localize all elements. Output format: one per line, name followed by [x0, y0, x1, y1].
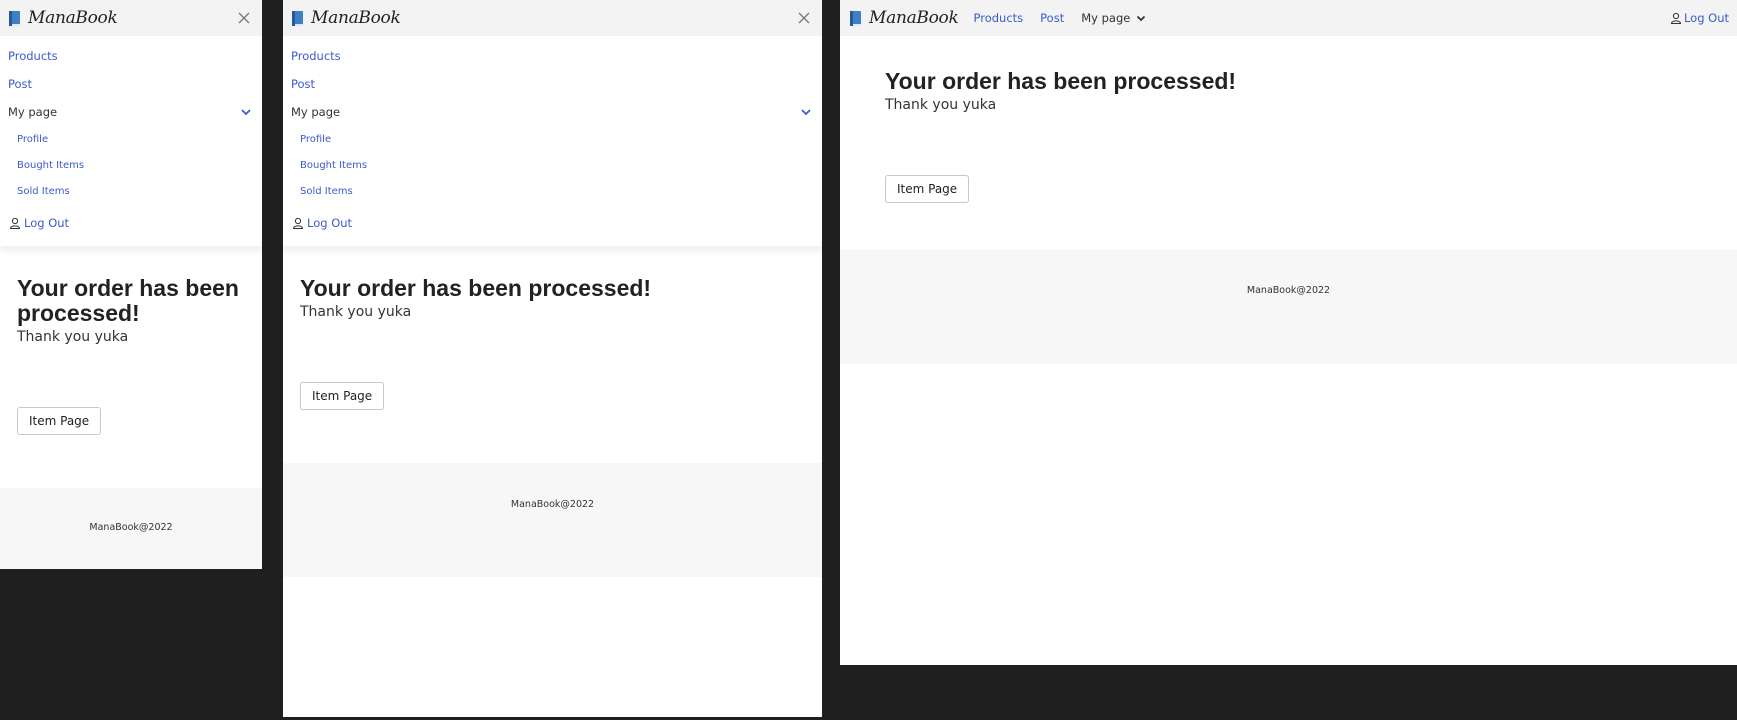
footer-copyright: ManaBook@2022 [1246, 285, 1331, 296]
brand-link[interactable]: ManaBook [291, 8, 401, 28]
footer: ManaBook@2022 [283, 463, 822, 577]
chevron-down-icon[interactable] [240, 106, 252, 118]
thank-you-message: Thank you yuka [885, 97, 997, 113]
user-icon [292, 217, 304, 229]
footer: ManaBook@2022 [0, 488, 262, 569]
navbar: ManaBook [283, 0, 822, 36]
footer: ManaBook@2022 [840, 250, 1737, 364]
close-icon[interactable] [796, 10, 812, 26]
book-icon [8, 10, 22, 27]
chevron-down-icon[interactable] [800, 106, 812, 118]
user-icon [9, 217, 21, 229]
menu-item-my-page-label: My page [291, 105, 341, 119]
mobile-viewport-wide: ManaBook Products Post My page Profile B… [283, 0, 822, 717]
logout-label: Log Out [24, 216, 70, 230]
brand-name: ManaBook [28, 8, 118, 28]
nav-post[interactable]: Post [1040, 11, 1064, 25]
main-content: Your order has been processed! Thank you… [0, 246, 262, 435]
brand-name: ManaBook [311, 8, 401, 28]
menu-item-products[interactable]: Products [283, 42, 822, 70]
menu-item-my-page-label: My page [8, 105, 58, 119]
chevron-down-icon [1135, 12, 1147, 24]
desktop-viewport: ManaBook Products Post My page Log Out Y… [840, 0, 1737, 665]
nav-my-page-dropdown[interactable]: My page [1081, 11, 1147, 25]
item-page-button[interactable]: Item Page [17, 407, 102, 435]
submenu-item-profile[interactable]: Profile [283, 126, 822, 152]
brand-link[interactable]: ManaBook [849, 8, 959, 28]
footer-copyright: ManaBook@2022 [510, 499, 595, 510]
book-icon [291, 10, 305, 27]
menu-item-post[interactable]: Post [283, 70, 822, 98]
nav-my-page-label: My page [1081, 11, 1131, 25]
logout-link[interactable]: Log Out [1670, 11, 1729, 25]
submenu-item-sold-items[interactable]: Sold Items [0, 178, 262, 204]
logout-label: Log Out [1683, 11, 1729, 25]
footer-copyright: ManaBook@2022 [89, 522, 173, 533]
book-icon [849, 10, 863, 27]
mobile-viewport-narrow: ManaBook Products Post My page Profile B… [0, 0, 262, 569]
mobile-menu: Products Post My page Profile Bought Ite… [0, 36, 262, 246]
navbar: ManaBook [0, 0, 262, 36]
main-content: Your order has been processed! Thank you… [283, 246, 822, 410]
navbar: ManaBook Products Post My page Log Out [840, 0, 1737, 36]
thank-you-message: Thank you yuka [17, 329, 129, 345]
menu-item-post[interactable]: Post [0, 70, 262, 98]
item-page-button[interactable]: Item Page [300, 382, 385, 410]
menu-item-my-page[interactable]: My page [0, 98, 262, 126]
thank-you-message: Thank you yuka [300, 304, 412, 320]
logout-link[interactable]: Log Out [0, 208, 262, 238]
page-title: Your order has been processed! [300, 275, 652, 301]
brand-link[interactable]: ManaBook [8, 8, 118, 28]
submenu-item-bought-items[interactable]: Bought Items [283, 152, 822, 178]
item-page-button[interactable]: Item Page [885, 175, 970, 203]
mobile-menu: Products Post My page Profile Bought Ite… [283, 36, 822, 246]
page-title: Your order has been processed! [885, 68, 1237, 94]
menu-item-products[interactable]: Products [0, 42, 262, 70]
submenu-item-bought-items[interactable]: Bought Items [0, 152, 262, 178]
user-icon [1670, 12, 1682, 24]
logout-link[interactable]: Log Out [283, 208, 822, 238]
submenu-item-profile[interactable]: Profile [0, 126, 262, 152]
main-content: Your order has been processed! Thank you… [840, 36, 1737, 203]
page-title: Your order has been processed! [17, 275, 239, 326]
menu-item-my-page[interactable]: My page [283, 98, 822, 126]
close-icon[interactable] [236, 10, 252, 26]
brand-name: ManaBook [869, 8, 959, 28]
logout-label: Log Out [307, 216, 353, 230]
nav-links: Products Post My page [974, 11, 1148, 25]
nav-products[interactable]: Products [974, 11, 1024, 25]
submenu-item-sold-items[interactable]: Sold Items [283, 178, 822, 204]
